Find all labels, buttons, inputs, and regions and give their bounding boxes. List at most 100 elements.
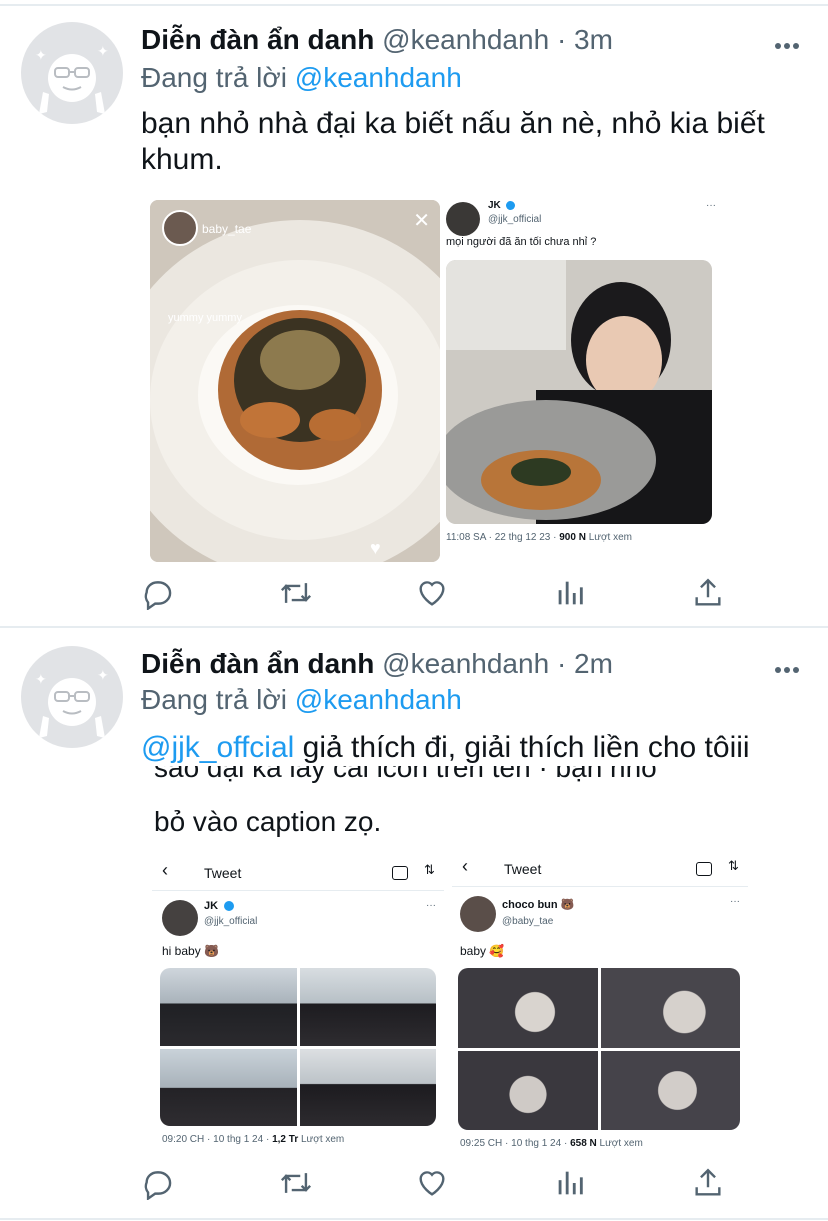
tweet-media[interactable]: ‹ Tweet ⇅ JK @jjk_official ··· hi baby 🐻… bbox=[152, 850, 752, 1156]
embedded-photo bbox=[446, 260, 712, 524]
share-icon[interactable] bbox=[691, 1166, 731, 1206]
embedded-avatar bbox=[162, 900, 198, 936]
embedded-text: baby 🥰 bbox=[460, 944, 505, 958]
tweet-text: bạn nhỏ nhà đại ka biết nấu ăn nè, nhỏ k… bbox=[141, 107, 765, 176]
story-caption: yummy yummy bbox=[168, 312, 242, 324]
embedded-handle: @jjk_official bbox=[204, 916, 258, 927]
overlay-text-line-2: bỏ vào caption zọ. bbox=[154, 806, 382, 837]
embedded-handle: @baby_tae bbox=[502, 916, 554, 927]
embedded-more-icon: ··· bbox=[426, 900, 436, 911]
verified-icon bbox=[224, 901, 234, 911]
more-icon[interactable] bbox=[774, 26, 800, 57]
grid-photo bbox=[458, 1050, 598, 1130]
heart-icon: ♥ bbox=[370, 538, 381, 558]
nav-divider bbox=[152, 890, 444, 891]
svg-text:✦: ✦ bbox=[35, 671, 47, 687]
replying-to-mention[interactable]: @keanhdanh bbox=[295, 62, 462, 93]
embedded-tweet-screenshot: JK @jjk_official ··· mọi người đã ăn tối… bbox=[440, 200, 724, 562]
analytics-icon[interactable] bbox=[553, 576, 593, 616]
user-handle[interactable]: @keanhdanh bbox=[382, 648, 549, 679]
display-name[interactable]: Diễn đàn ẩn danh bbox=[141, 24, 374, 55]
share-icon[interactable] bbox=[691, 576, 731, 616]
sort-icon: ⇅ bbox=[424, 862, 435, 877]
tweet-header: Diễn đàn ẩn danh @keanhdanh · 2m bbox=[141, 648, 613, 680]
tweet-text: @jjk_offcial giả thích đi, giải thích li… bbox=[141, 730, 801, 766]
clipped-overlay-text: sao đại ka lấy cái icon trên tên · bạn n… bbox=[152, 766, 752, 786]
camera-icon bbox=[696, 862, 712, 876]
embedded-views-label: Lượt xem bbox=[588, 532, 632, 543]
grid-photo bbox=[160, 1048, 297, 1126]
more-icon[interactable] bbox=[774, 650, 800, 681]
verified-icon bbox=[506, 201, 515, 210]
camera-icon bbox=[392, 866, 408, 880]
embedded-text: hi baby 🐻 bbox=[162, 944, 219, 958]
grid-photo bbox=[299, 968, 436, 1046]
grid-photo bbox=[600, 968, 740, 1048]
embedded-views-label: Lượt xem bbox=[599, 1138, 643, 1149]
embedded-view-count: 900 N bbox=[559, 532, 586, 543]
embedded-handle: @jjk_official bbox=[488, 214, 542, 225]
mention-link[interactable]: @jjk_offcial bbox=[141, 731, 294, 764]
embedded-view-count: 1,2 Tr bbox=[272, 1134, 299, 1145]
embedded-view-count: 658 N bbox=[570, 1138, 597, 1149]
retweet-icon[interactable] bbox=[277, 1166, 317, 1206]
tweet-header: Diễn đàn ẩn danh @keanhdanh · 3m bbox=[141, 24, 613, 56]
nav-divider bbox=[452, 886, 748, 887]
user-handle[interactable]: @keanhdanh bbox=[382, 24, 549, 55]
grid-photo bbox=[299, 1048, 436, 1126]
embedded-avatar bbox=[446, 202, 480, 236]
tweet-text-content: giả thích đi, giải thích liền cho tôiii bbox=[302, 731, 750, 764]
embedded-photo-grid bbox=[458, 968, 740, 1130]
embedded-more-icon: ··· bbox=[706, 200, 716, 211]
replying-to-label: Đang trả lời bbox=[141, 684, 287, 715]
reply-icon[interactable] bbox=[141, 576, 181, 616]
action-bar bbox=[141, 576, 731, 616]
svg-text:✦: ✦ bbox=[35, 47, 47, 63]
close-icon: ✕ bbox=[413, 210, 430, 232]
story-username: baby_tae bbox=[202, 222, 252, 236]
embedded-photo-grid bbox=[160, 968, 436, 1126]
timestamp[interactable]: · 3m bbox=[557, 24, 613, 55]
timestamp[interactable]: · 2m bbox=[557, 648, 613, 679]
back-arrow-icon: ‹ bbox=[462, 856, 468, 876]
overlay-text-line-1: sao đại ka lấy cái icon trên tên · bạn n… bbox=[154, 766, 657, 783]
sort-icon: ⇅ bbox=[728, 858, 739, 873]
replying-to: Đang trả lời @keanhdanh bbox=[141, 62, 462, 94]
grid-photo bbox=[160, 968, 297, 1046]
story-photo-pasta: baby_tae ✕ yummy yummy ♥ bbox=[150, 200, 440, 562]
back-arrow-icon: ‹ bbox=[162, 860, 168, 880]
top-divider bbox=[0, 4, 828, 6]
embedded-name: choco bun 🐻 bbox=[502, 899, 575, 911]
action-bar bbox=[141, 1166, 731, 1206]
embedded-timestamp: 09:25 CH · 10 thg 1 24 · bbox=[460, 1138, 568, 1149]
tweet-1[interactable]: ✦ ✦ Diễn đàn ẩn danh @keanhdanh · 3m Đan… bbox=[0, 0, 828, 628]
nav-title: Tweet bbox=[204, 865, 242, 881]
replying-to: Đang trả lời @keanhdanh bbox=[141, 684, 462, 716]
retweet-icon[interactable] bbox=[277, 576, 317, 616]
embedded-more-icon: ··· bbox=[730, 896, 740, 907]
tweet-2[interactable]: ✦ ✦ Diễn đàn ẩn danh @keanhdanh · 2m Đan… bbox=[0, 628, 828, 1221]
analytics-icon[interactable] bbox=[553, 1166, 593, 1206]
embedded-timestamp: 09:20 CH · 10 thg 1 24 · bbox=[162, 1134, 270, 1145]
like-icon[interactable] bbox=[415, 1166, 455, 1206]
display-name[interactable]: Diễn đàn ẩn danh bbox=[141, 648, 374, 679]
embedded-timestamp: 11:08 SA · 22 thg 12 23 · bbox=[446, 532, 557, 543]
embedded-views-label: Lượt xem bbox=[301, 1134, 345, 1145]
grid-photo bbox=[600, 1050, 740, 1130]
screenshot-left: ‹ Tweet ⇅ JK @jjk_official ··· hi baby 🐻… bbox=[152, 850, 444, 1156]
replying-to-label: Đang trả lời bbox=[141, 62, 287, 93]
embedded-name: JK bbox=[488, 200, 501, 211]
embedded-text: mọi người đã ăn tối chưa nhỉ ? bbox=[446, 236, 597, 248]
tweet-media[interactable]: baby_tae ✕ yummy yummy ♥ JK @jjk_officia… bbox=[150, 200, 724, 564]
like-icon[interactable] bbox=[415, 576, 455, 616]
story-avatar bbox=[162, 210, 198, 246]
avatar[interactable]: ✦ ✦ bbox=[21, 22, 123, 124]
avatar[interactable]: ✦ ✦ bbox=[21, 646, 123, 748]
tweet-divider bbox=[0, 1218, 828, 1220]
reply-icon[interactable] bbox=[141, 1166, 181, 1206]
replying-to-mention[interactable]: @keanhdanh bbox=[295, 684, 462, 715]
grid-photo bbox=[458, 968, 598, 1048]
embedded-meta: 09:20 CH · 10 thg 1 24 · 1,2 Tr Lượt xem bbox=[162, 1134, 344, 1145]
embedded-meta: 09:25 CH · 10 thg 1 24 · 658 N Lượt xem bbox=[460, 1138, 643, 1149]
embedded-meta: 11:08 SA · 22 thg 12 23 · 900 N Lượt xem bbox=[446, 532, 632, 543]
